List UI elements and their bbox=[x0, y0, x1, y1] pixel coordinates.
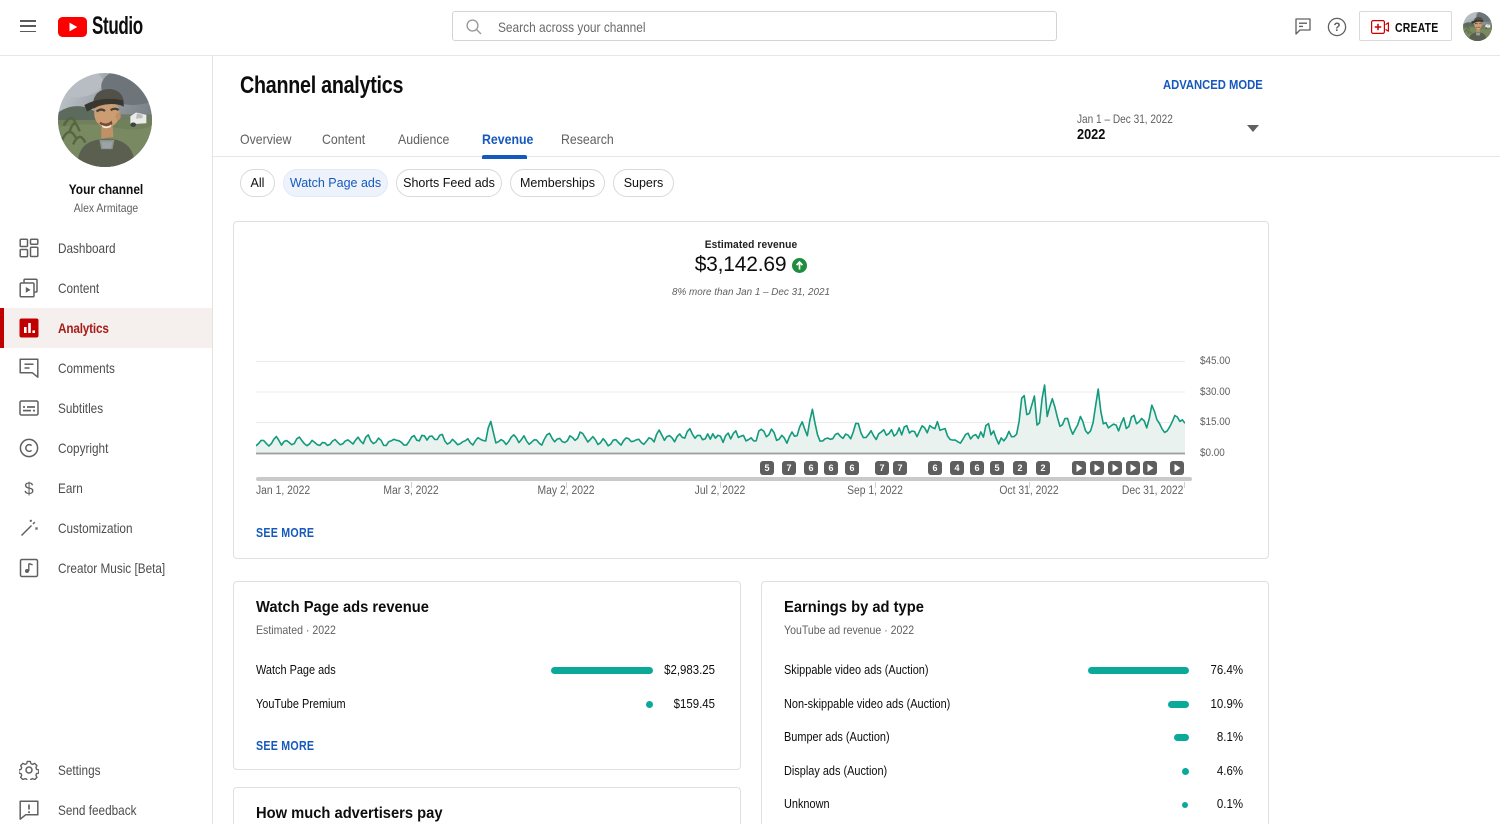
svg-text:?: ? bbox=[1333, 22, 1340, 34]
svg-text:$: $ bbox=[24, 479, 34, 498]
